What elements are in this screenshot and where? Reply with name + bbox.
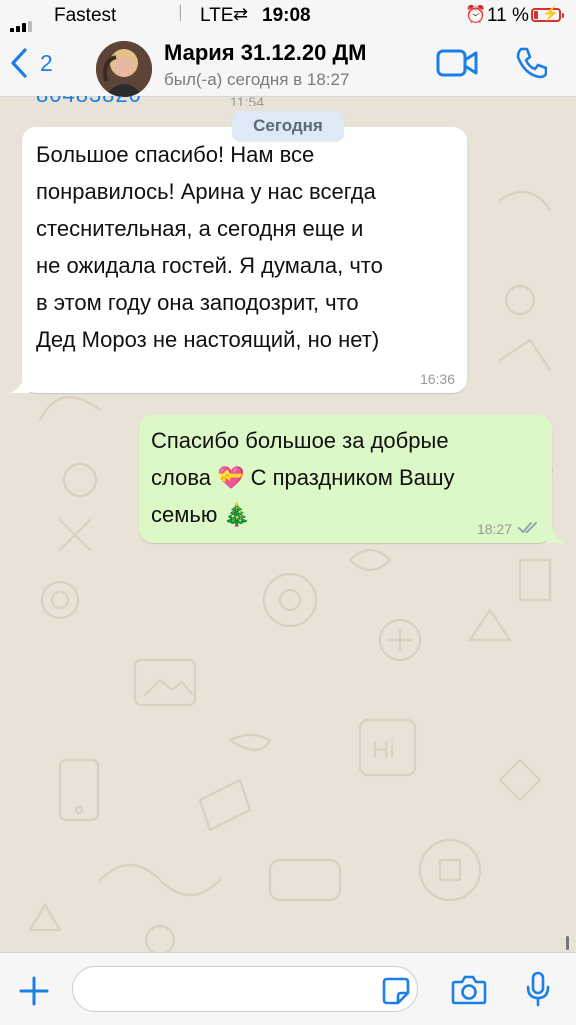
video-camera-icon	[436, 49, 478, 77]
microphone-button[interactable]	[526, 971, 550, 1012]
camera-icon	[451, 975, 487, 1005]
last-seen: был(-а) сегодня в 18:27	[164, 70, 350, 89]
message-text: Большое спасибо! Нам все понравилось! Ар…	[36, 136, 461, 358]
alarm-icon: ⏰	[465, 5, 487, 24]
microphone-icon	[526, 971, 550, 1007]
battery-percent: 11 %	[487, 5, 529, 26]
contact-name[interactable]: Мария 31.12.20 ДМ	[164, 40, 367, 66]
message-incoming[interactable]: Большое спасибо! Нам все понравилось! Ар…	[22, 127, 467, 393]
svg-text:Hi: Hi	[372, 737, 395, 764]
date-separator: Сегодня	[232, 111, 344, 141]
read-receipt-icon	[518, 522, 537, 533]
message-line: не ожидала гостей. Я думала, что	[36, 253, 383, 278]
message-text: Спасибо большое за добрые слова 💝 С праз…	[151, 422, 541, 533]
battery-icon: ⚡	[531, 5, 564, 22]
message-input-bar	[0, 952, 576, 1025]
sticker-icon	[382, 977, 410, 1005]
network-type: LTE	[200, 5, 234, 26]
hotspot-icon: ⇄	[233, 4, 249, 24]
phone-icon	[516, 47, 548, 79]
plus-icon	[19, 976, 49, 1006]
message-time: 18:27	[476, 521, 512, 537]
bubble-tail	[546, 526, 566, 543]
unread-count: 2	[40, 50, 53, 76]
bubble-tail	[10, 376, 30, 393]
message-line: слова 💝 С праздником Вашу	[151, 465, 455, 490]
sticker-button[interactable]	[382, 977, 410, 1010]
signal-icon	[10, 11, 34, 33]
attach-button[interactable]	[18, 975, 50, 1012]
chevron-left-icon	[11, 48, 27, 78]
wifi-icon: ⏐	[176, 5, 185, 22]
avatar-photo	[96, 41, 152, 97]
message-outgoing[interactable]: Спасибо большое за добрые слова 💝 С праз…	[139, 415, 552, 543]
message-line: понравилось! Арина у нас всегда	[36, 179, 376, 204]
avatar[interactable]	[96, 41, 152, 97]
clock: 19:08	[262, 5, 311, 26]
voice-call-button[interactable]	[513, 46, 548, 85]
message-line: в этом году она заподозрит, что	[36, 290, 359, 315]
message-line: Спасибо большое за добрые	[151, 428, 449, 453]
previous-message-link[interactable]: 80483820	[36, 96, 206, 104]
video-call-button[interactable]	[436, 49, 478, 82]
message-time: 16:36	[419, 371, 455, 387]
previous-message-time: 11:54	[230, 96, 264, 106]
scroll-indicator[interactable]	[566, 936, 569, 950]
camera-button[interactable]	[451, 975, 487, 1010]
message-line: Большое спасибо! Нам все	[36, 142, 315, 167]
chat-header: 2 Мария 31.12.20 ДМ был(-а) сегодня в 18…	[0, 32, 576, 97]
status-bar: Fastest ⏐ LTE ⇄ 19:08 ⏰ 11 % ⚡	[0, 0, 576, 33]
message-line: Дед Мороз не настоящий, но нет)	[36, 327, 380, 352]
message-line: стеснительная, а сегодня еще и	[36, 216, 364, 241]
message-input[interactable]	[72, 966, 418, 1012]
carrier-name: Fastest	[54, 5, 117, 26]
